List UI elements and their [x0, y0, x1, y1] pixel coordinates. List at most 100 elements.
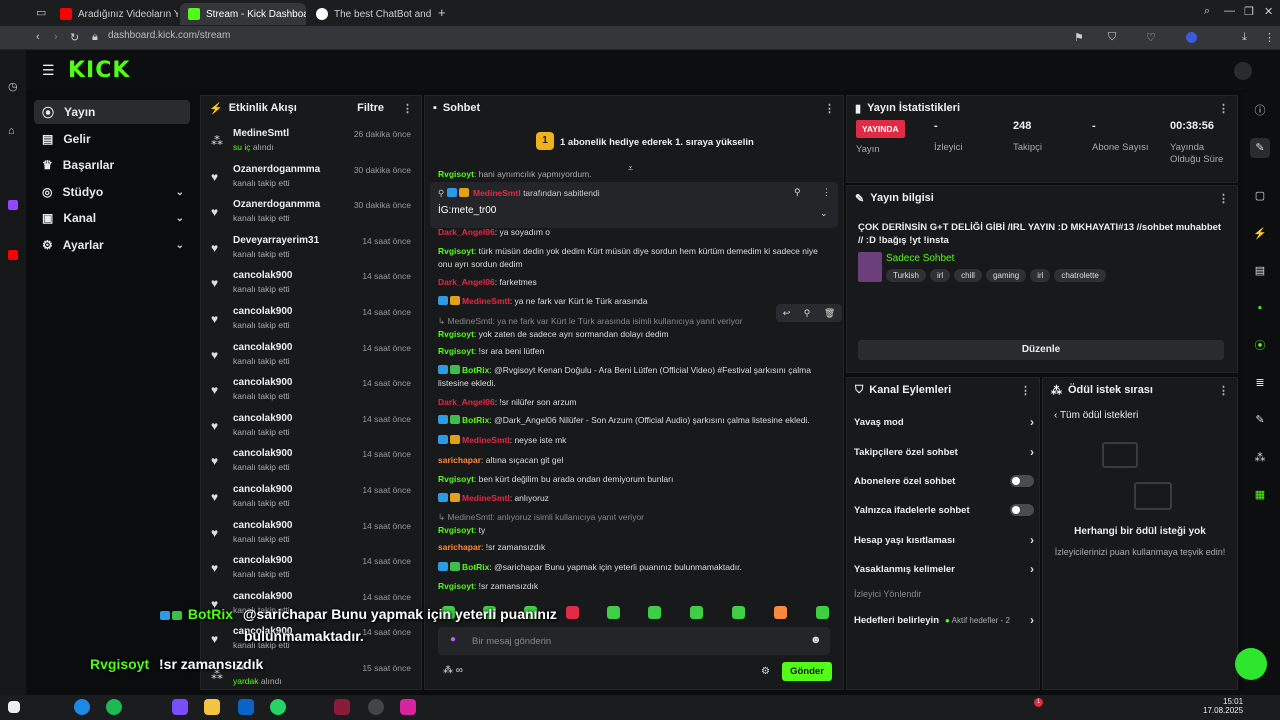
- activity-username[interactable]: MedineSmtl: [233, 128, 289, 139]
- chrome-icon[interactable]: [368, 699, 384, 715]
- bolt-icon[interactable]: ⚡: [1250, 224, 1270, 244]
- profile-icon[interactable]: [1186, 32, 1197, 43]
- pin-icon[interactable]: ⚲: [804, 308, 811, 319]
- more-icon[interactable]: ⋮: [1020, 384, 1031, 397]
- chat-username[interactable]: Dark_Angel06: [438, 227, 495, 237]
- activity-item[interactable]: ♥ cancolak900 kanalı takip etti 14 saat önc…: [209, 446, 415, 481]
- chat-username[interactable]: BotRix: [462, 562, 489, 572]
- send-button[interactable]: Gönder: [782, 662, 832, 681]
- reply-icon[interactable]: ↩: [783, 308, 791, 319]
- toggle-switch[interactable]: [1010, 504, 1034, 516]
- activity-username[interactable]: cancolak900: [233, 484, 293, 495]
- emote-icon[interactable]: [690, 606, 703, 619]
- activity-item[interactable]: ♥ cancolak900 kanalı takip etti 14 saat önc…: [209, 553, 415, 588]
- kick-rail-icon[interactable]: ⌂: [8, 125, 15, 137]
- chat-username[interactable]: Dark_Angel06: [438, 397, 495, 407]
- obs-icon[interactable]: [334, 699, 350, 715]
- chat-username[interactable]: Rvgisoyt: [438, 346, 474, 356]
- tag-chip[interactable]: irl: [929, 269, 951, 282]
- clapper-icon[interactable]: ▦: [1250, 485, 1270, 505]
- pencil-icon[interactable]: ✎: [1250, 138, 1270, 158]
- more-icon[interactable]: ⋮: [1218, 102, 1229, 115]
- tag-chip[interactable]: Turkish: [886, 269, 926, 282]
- activity-item[interactable]: ♥ Ozanerdoganmma kanalı takip etti 30 dakik…: [209, 197, 415, 232]
- activity-item[interactable]: ♥ cancolak900 kanalı takip etti 14 saat önc…: [209, 304, 415, 339]
- screen-icon[interactable]: ▢: [1250, 186, 1270, 206]
- activity-username[interactable]: cancolak900: [233, 306, 293, 317]
- tag-chip[interactable]: chill: [954, 269, 982, 282]
- new-tab-button[interactable]: +: [438, 5, 446, 20]
- history-icon[interactable]: ◷: [8, 80, 18, 93]
- activity-item[interactable]: ♥ cancolak900 kanalı takip etti 14 saat önc…: [209, 518, 415, 553]
- activity-item[interactable]: ♥ cancolak900 kanalı takip etti 14 saat önc…: [209, 268, 415, 303]
- chat-username[interactable]: BotRix: [462, 415, 489, 425]
- activity-item[interactable]: ⁂ MedineSmtl su iç alındı 26 dakika önce: [209, 126, 415, 161]
- twitch-icon[interactable]: [8, 200, 18, 210]
- youtube-rail-icon[interactable]: [8, 250, 18, 260]
- activity-username[interactable]: cancolak900: [233, 448, 293, 459]
- activity-item[interactable]: ♥ cancolak900 kanalı takip etti 14 saat önc…: [209, 411, 415, 446]
- emote-icon[interactable]: [566, 606, 579, 619]
- activity-item[interactable]: ♥ cancolak900 kanalı takip etti 14 saat önc…: [209, 375, 415, 410]
- chat-icon[interactable]: ▪: [1250, 298, 1270, 318]
- menu-dots-icon[interactable]: ⋮: [1264, 31, 1275, 44]
- toggle-switch[interactable]: [1010, 475, 1034, 487]
- chat-username[interactable]: sarichapar: [438, 542, 481, 552]
- nav-item-ayarlar[interactable]: ⚙ Ayarlar ⌄: [34, 233, 190, 257]
- activity-username[interactable]: cancolak900: [233, 413, 293, 424]
- tag-chip[interactable]: gaming: [985, 269, 1027, 282]
- shield-icon[interactable]: ⛉: [1108, 31, 1116, 44]
- activity-username[interactable]: cancolak900: [233, 555, 293, 566]
- url-field[interactable]: dashboard.kick.com/stream: [108, 30, 230, 41]
- activity-item[interactable]: ♥ cancolak900 kanalı takip etti 14 saat önc…: [209, 482, 415, 517]
- back-icon[interactable]: ‹: [36, 31, 40, 43]
- action-row[interactable]: Yasaklanmış kelimeler ›: [854, 560, 1034, 578]
- chat-input[interactable]: ● Bir mesaj gönderin ☻: [438, 627, 830, 655]
- more-icon[interactable]: ⋮: [1218, 384, 1229, 397]
- info-icon[interactable]: ⓘ: [1250, 101, 1270, 121]
- emoji-icon[interactable]: ☻: [810, 634, 822, 646]
- outlook-icon[interactable]: [238, 699, 254, 715]
- mic-icon[interactable]: ●: [450, 634, 456, 645]
- activity-item[interactable]: ♥ Deveyarrayerim31 kanalı takip etti 14 saa…: [209, 233, 415, 268]
- broadcast-icon[interactable]: ⦿: [1250, 336, 1270, 356]
- pinned-by[interactable]: MedineSmtl: [473, 188, 521, 198]
- back-to-rewards[interactable]: ‹ Tüm ödül istekleri: [1054, 410, 1138, 421]
- reward-icon[interactable]: ⁂: [1250, 448, 1270, 468]
- chat-username[interactable]: Rvgisoyt: [438, 169, 474, 179]
- activity-username[interactable]: cancolak900: [233, 520, 293, 531]
- chat-settings-icon[interactable]: ⚙: [761, 666, 770, 677]
- download-icon[interactable]: ⤓: [1242, 31, 1247, 44]
- activity-username[interactable]: cancolak900: [233, 342, 293, 353]
- activity-username[interactable]: Ozanerdoganmma: [233, 199, 320, 210]
- emote-icon[interactable]: [774, 606, 787, 619]
- more-icon[interactable]: ⋮: [1218, 192, 1229, 205]
- extension-icon[interactable]: ⚑: [1074, 31, 1084, 44]
- chat-username[interactable]: Rvgisoyt: [438, 581, 474, 591]
- wrench-icon[interactable]: ✎: [1250, 410, 1270, 430]
- activity-username[interactable]: cancolak900: [233, 377, 293, 388]
- nav-item-gelir[interactable]: ▤ Gelir: [34, 127, 190, 151]
- chat-username[interactable]: Rvgisoyt: [438, 474, 474, 484]
- points-display[interactable]: ⁂ ∞: [443, 665, 463, 676]
- activity-username[interactable]: Deveyarrayerim31: [233, 235, 319, 246]
- chat-username[interactable]: MedineSmtl: [462, 493, 510, 503]
- chat-username[interactable]: Rvgisoyt: [438, 525, 474, 535]
- activity-username[interactable]: cancolak900: [233, 270, 293, 281]
- delete-icon[interactable]: 🗑︎: [824, 308, 835, 319]
- whatsapp-icon[interactable]: [270, 699, 286, 715]
- nav-item-basarilar[interactable]: ♛ Başarılar: [34, 153, 190, 177]
- start-icon[interactable]: [8, 701, 20, 713]
- chevron-down-icon[interactable]: ⌄: [820, 208, 828, 219]
- help-bubble[interactable]: [1235, 648, 1267, 680]
- tab-actions-icon[interactable]: ▭: [36, 6, 46, 19]
- filter-button[interactable]: Filtre: [357, 102, 384, 114]
- app-icon[interactable]: [172, 699, 188, 715]
- list-icon[interactable]: ▤: [1250, 261, 1270, 281]
- emote-icon[interactable]: [607, 606, 620, 619]
- hamburger-icon[interactable]: ☰: [42, 62, 55, 79]
- activity-username[interactable]: cancolak900: [233, 591, 293, 602]
- action-row[interactable]: Yavaş mod ›: [854, 413, 1034, 431]
- restore-icon[interactable]: ❐: [1244, 5, 1254, 18]
- action-row[interactable]: Abonelere özel sohbet: [854, 472, 1034, 490]
